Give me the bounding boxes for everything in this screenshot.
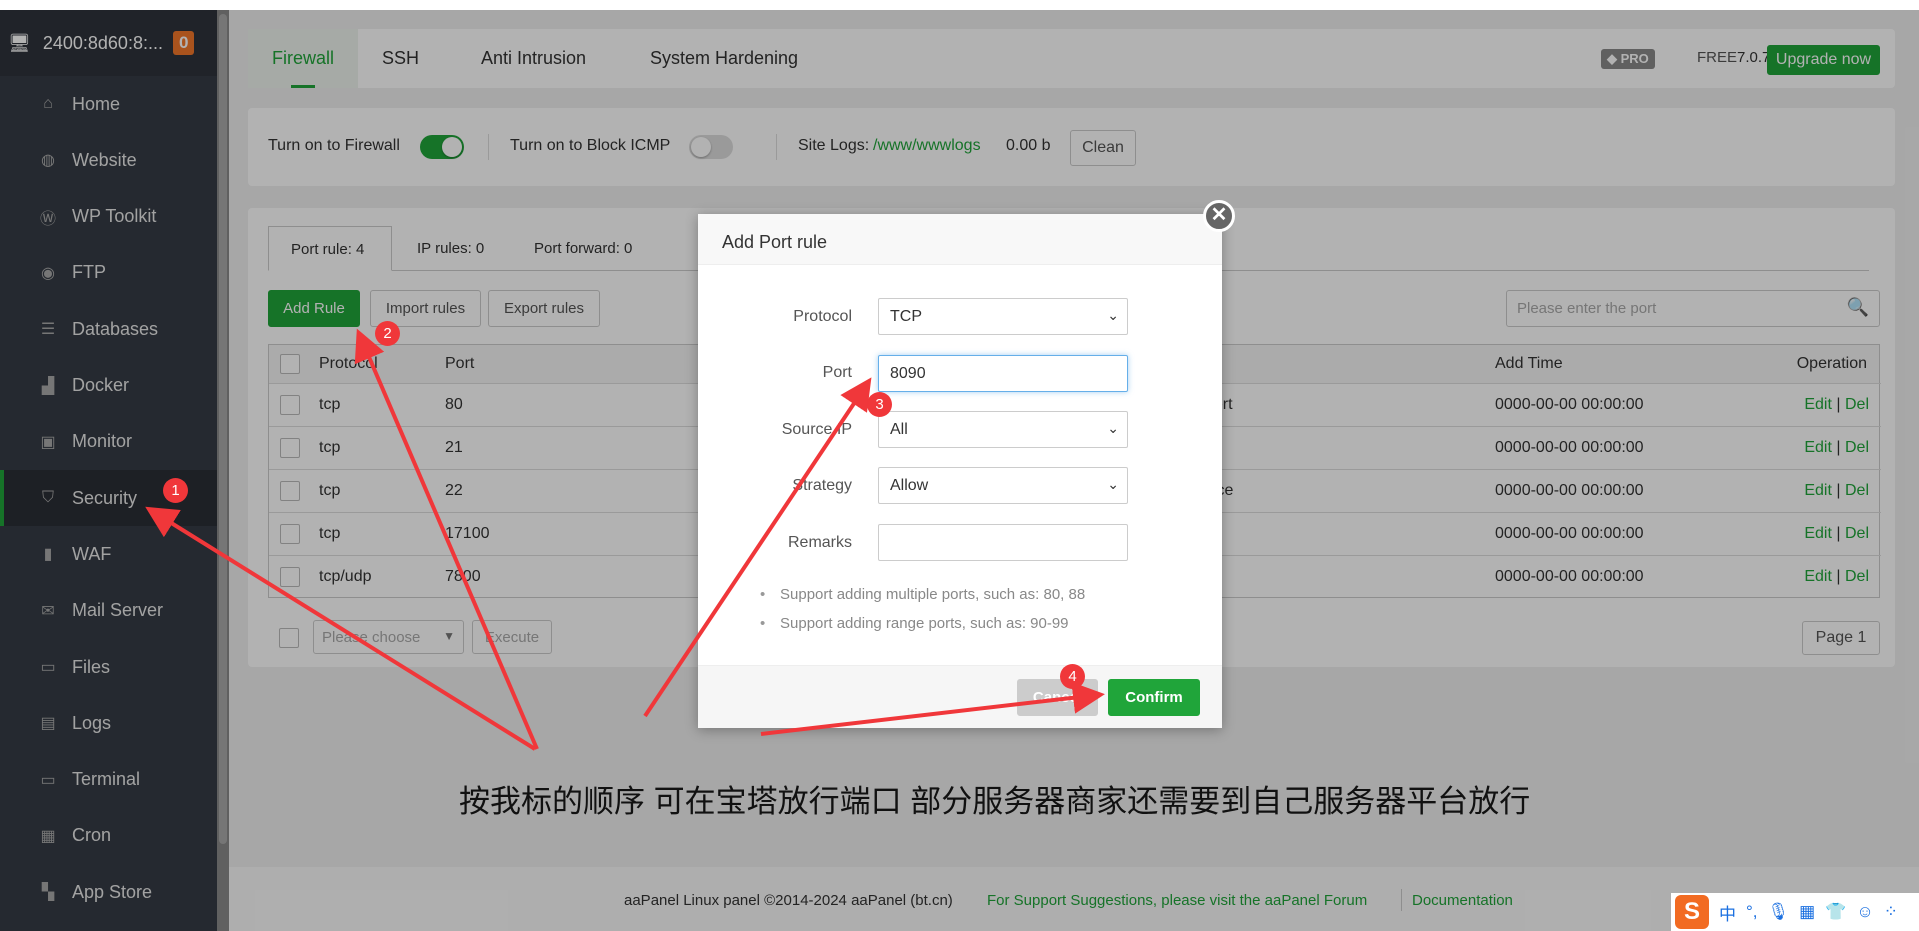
source-ip-value: All bbox=[890, 421, 908, 438]
strategy-value: Allow bbox=[890, 477, 929, 494]
ime-mode-toggle[interactable]: 中 bbox=[1719, 900, 1736, 925]
game-icon[interactable]: ☺ bbox=[1856, 902, 1873, 922]
ime-toolbar: S 中 °, 🎙 ▦ 👕 ☺ ⁘ bbox=[1671, 893, 1919, 931]
sogou-logo-icon[interactable]: S bbox=[1675, 895, 1709, 929]
grid-icon[interactable]: ⁘ bbox=[1884, 902, 1898, 922]
dialog-footer: Cancel Confirm bbox=[698, 665, 1222, 728]
protocol-select[interactable]: TCP ⌄ bbox=[878, 298, 1128, 335]
port-value: 8090 bbox=[890, 365, 926, 382]
step-2-marker: 2 bbox=[375, 321, 400, 346]
confirm-button[interactable]: Confirm bbox=[1108, 679, 1200, 716]
tip-range-ports: Support adding range ports, such as: 90-… bbox=[760, 615, 1068, 632]
cancel-button[interactable]: Cancel bbox=[1017, 679, 1098, 716]
chevron-down-icon: ⌄ bbox=[1107, 420, 1119, 436]
remarks-input[interactable] bbox=[878, 524, 1128, 561]
step-4-marker: 4 bbox=[1060, 664, 1085, 689]
protocol-value: TCP bbox=[890, 308, 922, 325]
dialog-title: Add Port rule bbox=[698, 214, 1222, 265]
source-ip-label: Source IP bbox=[781, 421, 852, 438]
close-icon[interactable]: ✕ bbox=[1203, 200, 1235, 232]
annotation-caption: 按我标的顺序 可在宝塔放行端口 部分服务器商家还需要到自己服务器平台放行 bbox=[459, 784, 1531, 819]
strategy-select[interactable]: Allow ⌄ bbox=[878, 467, 1128, 504]
browser-top-strip bbox=[0, 0, 1919, 10]
step-3-marker: 3 bbox=[867, 392, 892, 417]
source-ip-select[interactable]: All ⌄ bbox=[878, 411, 1128, 448]
port-label: Port bbox=[822, 364, 852, 381]
punctuation-toggle[interactable]: °, bbox=[1746, 902, 1758, 922]
port-input[interactable]: 8090 bbox=[878, 355, 1128, 392]
add-port-rule-dialog: Add Port rule Protocol TCP ⌄ Port 8090 So… bbox=[698, 214, 1222, 728]
protocol-label: Protocol bbox=[793, 308, 852, 325]
microphone-icon[interactable]: 🎙 bbox=[1768, 902, 1790, 922]
keyboard-icon[interactable]: ▦ bbox=[1799, 902, 1815, 922]
chevron-down-icon: ⌄ bbox=[1107, 476, 1119, 492]
remarks-label: Remarks bbox=[787, 534, 852, 551]
tip-multiple-ports: Support adding multiple ports, such as: … bbox=[760, 586, 1085, 603]
step-1-marker: 1 bbox=[163, 478, 188, 503]
strategy-label: Strategy bbox=[792, 477, 852, 494]
chevron-down-icon: ⌄ bbox=[1107, 307, 1119, 323]
skin-icon[interactable]: 👕 bbox=[1825, 902, 1846, 922]
